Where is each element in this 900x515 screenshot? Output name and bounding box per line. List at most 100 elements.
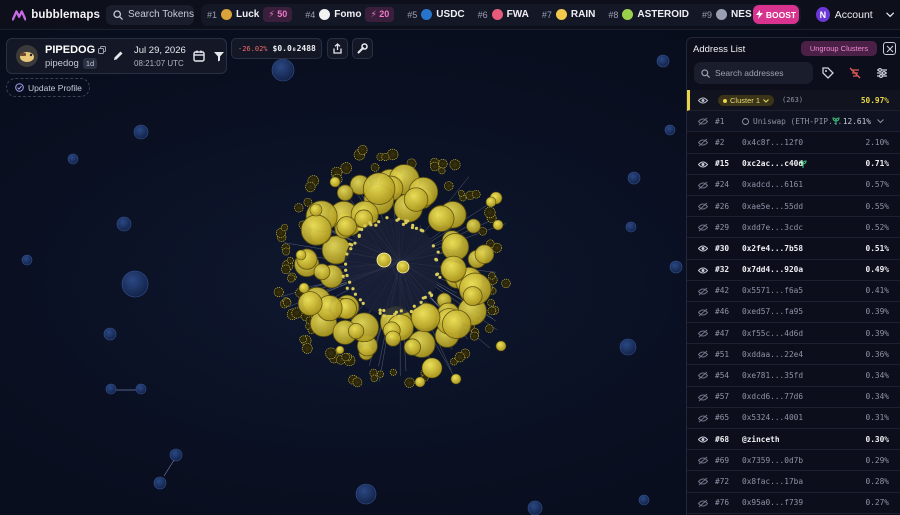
holder-bubble[interactable] <box>431 244 435 248</box>
ticker-item-usdc[interactable]: #5 USDC <box>407 9 465 20</box>
holder-bubble[interactable] <box>438 167 446 175</box>
close-panel-button[interactable] <box>883 42 896 55</box>
address-text[interactable]: 0xed57...fa95 <box>742 307 803 316</box>
holder-bubble[interactable] <box>360 227 364 232</box>
address-row[interactable]: #15 0xc2ac...c40d 0.71% <box>687 154 900 175</box>
address-row[interactable]: #24 0xadcd...6161 0.57% <box>687 175 900 196</box>
holder-bubble[interactable] <box>286 256 294 264</box>
eye-off-icon[interactable] <box>698 329 708 338</box>
address-text[interactable]: 0xf55c...4d6d <box>742 329 803 338</box>
holder-bubble[interactable] <box>403 338 421 356</box>
wallet-bubble[interactable] <box>669 260 683 274</box>
address-text[interactable]: 0xdd7e...3cdc <box>742 223 803 232</box>
address-text[interactable]: 0x4c8f...12f0 <box>742 138 803 147</box>
holder-bubble[interactable] <box>395 218 399 222</box>
address-row[interactable]: #2 0x4c8f...12f0 2.10% <box>687 132 900 154</box>
holder-bubble[interactable] <box>357 234 361 238</box>
holder-bubble[interactable] <box>350 243 354 247</box>
share-button[interactable] <box>327 38 348 59</box>
address-text[interactable]: @zinceth <box>742 435 780 444</box>
holder-bubble[interactable] <box>438 159 448 169</box>
holder-bubble[interactable] <box>501 278 511 289</box>
holder-bubble[interactable] <box>348 280 352 284</box>
holder-bubble[interactable] <box>414 226 419 230</box>
eye-off-icon[interactable] <box>698 350 708 359</box>
holder-bubble[interactable] <box>396 260 410 274</box>
eye-icon[interactable] <box>698 244 708 253</box>
ticker-item-rain[interactable]: #7 RAIN <box>542 9 595 20</box>
address-text[interactable]: 0xadcd...6161 <box>742 180 803 189</box>
address-row[interactable]: #72 0x8fac...17ba 0.28% <box>687 471 900 493</box>
holder-bubble[interactable] <box>454 352 465 363</box>
holder-bubble[interactable] <box>345 286 349 290</box>
wallet-bubble[interactable] <box>664 124 676 136</box>
holder-bubble[interactable] <box>358 298 363 302</box>
address-row[interactable]: #68 @zinceth 0.30% <box>687 429 900 451</box>
holder-bubble[interactable] <box>427 205 455 232</box>
holder-bubble[interactable] <box>305 181 316 193</box>
holder-bubble[interactable] <box>457 190 465 197</box>
settings-sliders-icon[interactable] <box>875 66 889 80</box>
holder-bubble[interactable] <box>394 310 398 314</box>
holder-bubble[interactable] <box>397 314 401 318</box>
holder-bubble[interactable] <box>495 340 507 352</box>
ticker-item-nes[interactable]: #9 NES <box>702 9 752 20</box>
holder-bubble[interactable] <box>300 214 332 246</box>
address-text[interactable]: 0x5324...4001 <box>742 413 803 422</box>
holder-bubble[interactable] <box>340 162 353 174</box>
holder-bubble[interactable] <box>273 287 284 298</box>
eye-off-icon[interactable] <box>698 138 708 147</box>
address-row[interactable]: #29 0xdd7e...3cdc 0.52% <box>687 217 900 239</box>
holder-bubble[interactable] <box>442 309 472 339</box>
address-text[interactable]: 0xae5e...55dd <box>742 202 803 211</box>
holder-bubble[interactable] <box>384 330 401 347</box>
tools-button[interactable] <box>352 38 373 59</box>
holder-bubble[interactable] <box>411 223 415 227</box>
chevron-down-icon[interactable] <box>877 119 884 124</box>
holder-bubble[interactable] <box>419 228 423 232</box>
holder-bubble[interactable] <box>436 250 440 254</box>
holder-bubble[interactable] <box>370 374 379 383</box>
holder-bubble[interactable] <box>376 252 392 268</box>
wallet-bubble[interactable] <box>133 124 149 140</box>
address-row[interactable]: #54 0xe781...35fd 0.34% <box>687 365 900 387</box>
holder-bubble[interactable] <box>282 298 292 307</box>
address-search-input[interactable]: Search addresses <box>694 62 813 84</box>
holder-bubble[interactable] <box>450 373 462 385</box>
address-row[interactable]: #76 0x95a0...f739 0.27% <box>687 493 900 514</box>
eye-off-icon[interactable] <box>698 456 708 465</box>
eye-off-icon[interactable] <box>698 117 708 126</box>
holder-bubble[interactable] <box>325 347 337 360</box>
cluster-row[interactable]: Cluster 1 (263) 50.97% <box>687 90 900 112</box>
holder-bubble[interactable] <box>361 301 365 306</box>
holder-bubble[interactable] <box>444 181 454 191</box>
holder-bubble[interactable] <box>382 314 386 318</box>
copy-icon[interactable] <box>98 45 107 54</box>
holder-bubble[interactable] <box>492 219 504 231</box>
holder-bubble[interactable] <box>484 206 496 219</box>
boost-button[interactable]: BOOST <box>753 5 799 24</box>
wallet-bubble[interactable] <box>271 58 295 82</box>
eye-icon[interactable] <box>698 160 708 169</box>
holder-bubble[interactable] <box>469 331 479 341</box>
wallet-bubble[interactable] <box>169 448 183 462</box>
holder-bubble[interactable] <box>449 159 461 171</box>
holder-bubble[interactable] <box>412 304 416 308</box>
wallet-bubble[interactable] <box>153 476 167 490</box>
holder-bubble[interactable] <box>344 268 348 272</box>
holder-bubble[interactable] <box>298 282 310 294</box>
wallet-bubble[interactable] <box>103 327 117 341</box>
holder-bubble[interactable] <box>421 357 443 379</box>
filter-icon[interactable] <box>212 49 226 63</box>
eye-off-icon[interactable] <box>698 393 708 402</box>
address-text[interactable]: 0x2fe4...7b58 <box>742 244 803 253</box>
holder-bubble[interactable] <box>462 286 483 307</box>
holder-bubble[interactable] <box>382 308 386 313</box>
app-logo[interactable]: bubblemaps <box>0 9 100 21</box>
holder-bubble[interactable] <box>348 322 365 340</box>
wallet-bubble[interactable] <box>619 338 637 356</box>
holder-bubble[interactable] <box>335 345 345 355</box>
holder-bubble[interactable] <box>294 203 304 213</box>
edit-pencil-icon[interactable] <box>111 49 125 63</box>
search-tokens-button[interactable]: Search Tokens <box>106 4 194 25</box>
